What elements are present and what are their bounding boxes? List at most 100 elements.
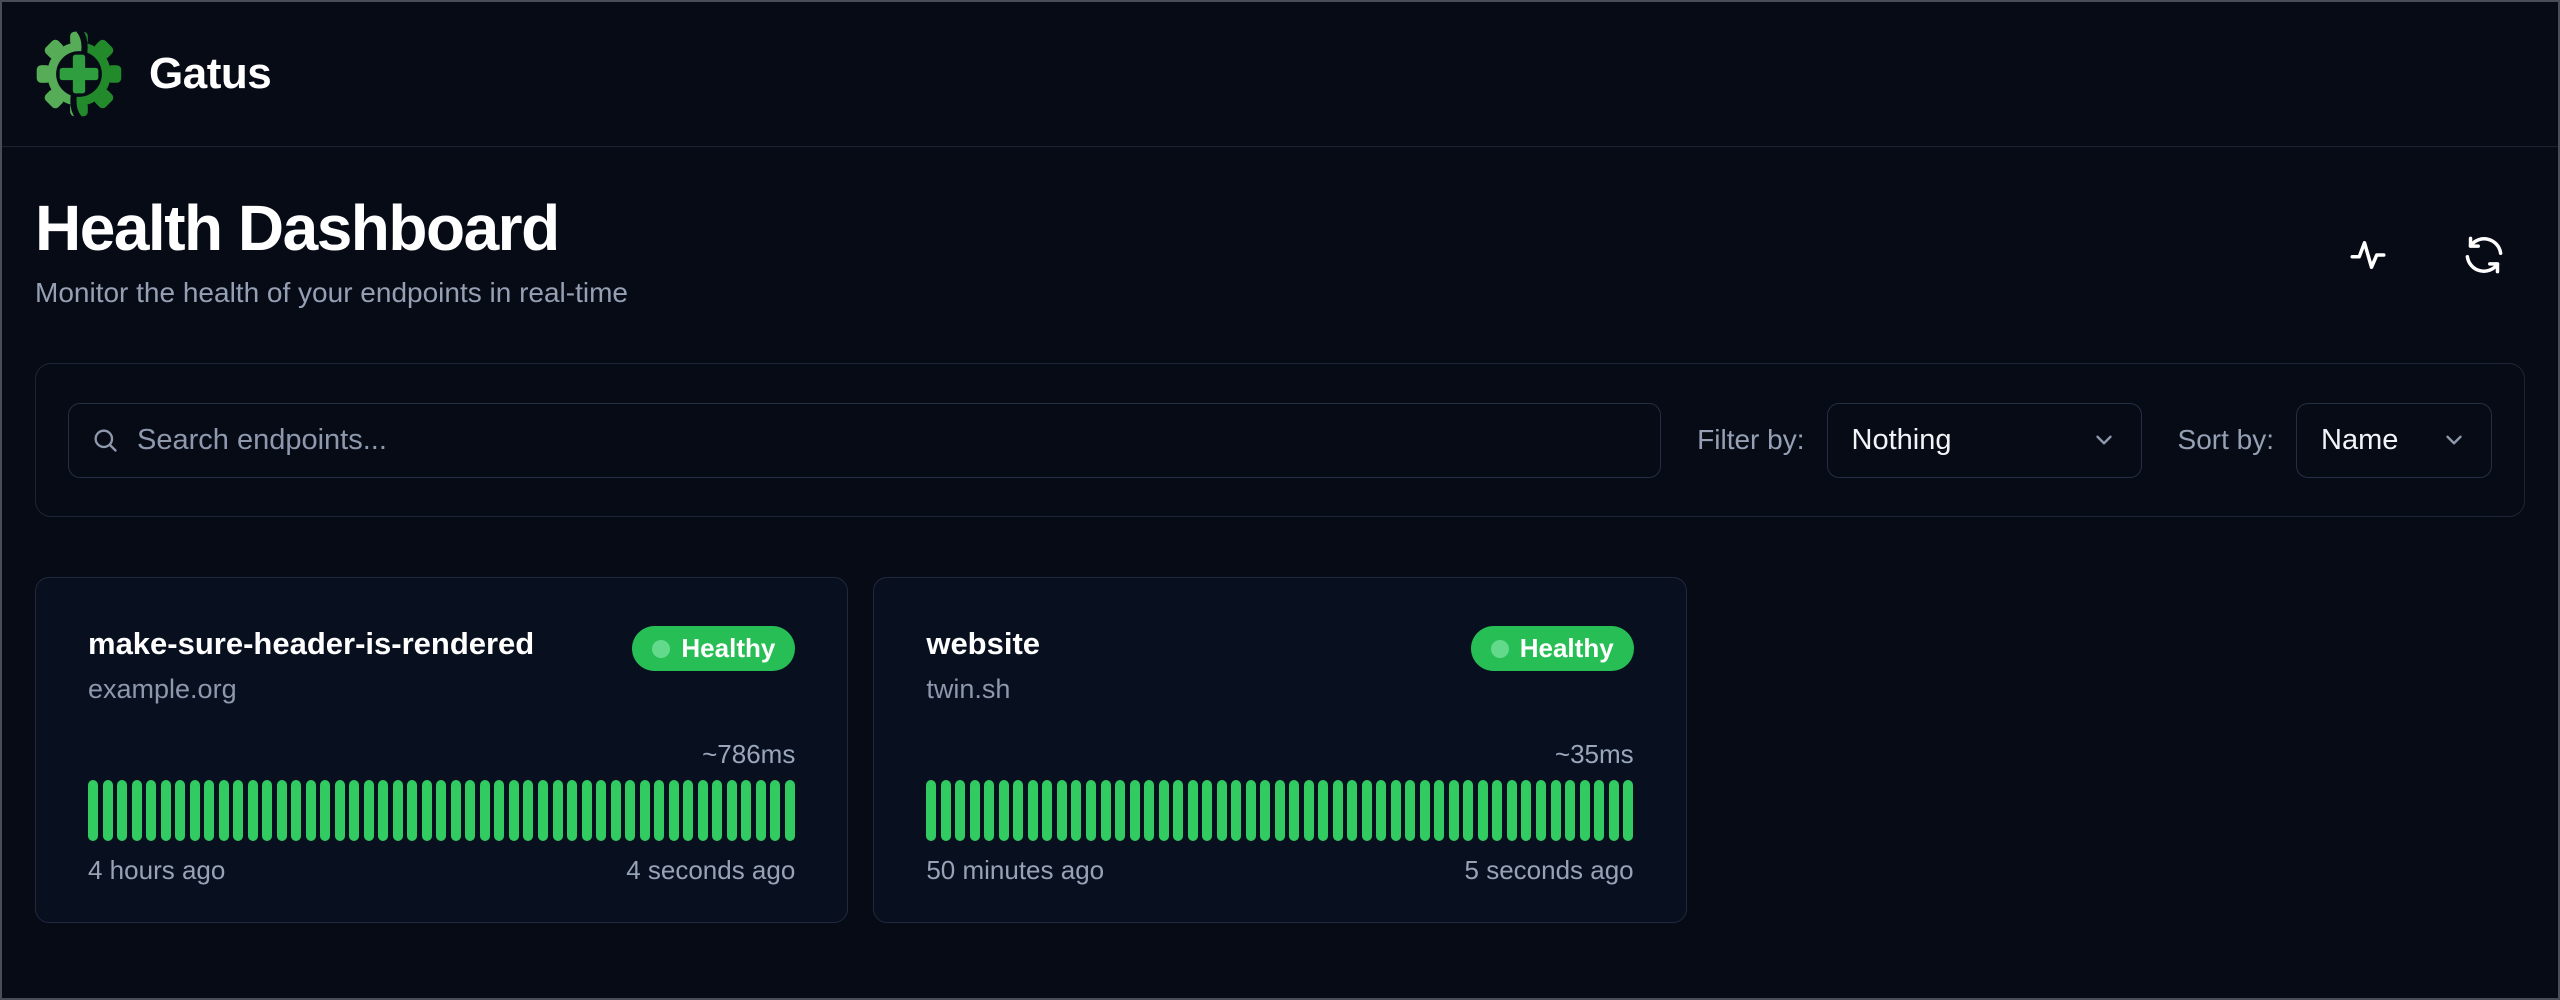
health-check-bar[interactable] xyxy=(233,780,243,841)
health-check-bar[interactable] xyxy=(161,780,171,841)
health-check-bar[interactable] xyxy=(654,780,664,841)
health-check-bar[interactable] xyxy=(698,780,708,841)
health-check-bar[interactable] xyxy=(175,780,185,841)
health-check-bar[interactable] xyxy=(291,780,301,841)
health-check-bar[interactable] xyxy=(262,780,272,841)
health-check-bar[interactable] xyxy=(1609,780,1619,841)
health-check-bar[interactable] xyxy=(393,780,403,841)
health-check-bar[interactable] xyxy=(204,780,214,841)
health-check-bar[interactable] xyxy=(955,780,965,841)
health-check-bar[interactable] xyxy=(117,780,127,841)
health-check-bar[interactable] xyxy=(1289,780,1299,841)
health-check-bar[interactable] xyxy=(378,780,388,841)
health-check-bar[interactable] xyxy=(1130,780,1140,841)
health-check-bar[interactable] xyxy=(785,780,795,841)
endpoint-card[interactable]: website twin.sh Healthy ~35ms 50 minutes… xyxy=(873,577,1686,923)
health-check-bar[interactable] xyxy=(1275,780,1285,841)
health-check-bar[interactable] xyxy=(640,780,650,841)
health-check-bar[interactable] xyxy=(756,780,766,841)
health-check-bar[interactable] xyxy=(1086,780,1096,841)
health-check-bar[interactable] xyxy=(103,780,113,841)
health-check-bar[interactable] xyxy=(494,780,504,841)
health-check-bar[interactable] xyxy=(1028,780,1038,841)
health-check-bar[interactable] xyxy=(1071,780,1081,841)
health-check-bar[interactable] xyxy=(1173,780,1183,841)
health-check-bar[interactable] xyxy=(88,780,98,841)
health-check-bar[interactable] xyxy=(625,780,635,841)
health-check-bar[interactable] xyxy=(712,780,722,841)
health-check-bar[interactable] xyxy=(1057,780,1067,841)
health-check-bar[interactable] xyxy=(1551,780,1561,841)
uptime-bars[interactable] xyxy=(88,780,795,841)
health-check-bar[interactable] xyxy=(1362,780,1372,841)
health-check-bar[interactable] xyxy=(146,780,156,841)
sort-dropdown[interactable]: Name xyxy=(2296,403,2492,478)
health-check-bar[interactable] xyxy=(1231,780,1241,841)
health-check-bar[interactable] xyxy=(1463,780,1473,841)
endpoint-card[interactable]: make-sure-header-is-rendered example.org… xyxy=(35,577,848,923)
health-check-bar[interactable] xyxy=(465,780,475,841)
health-check-bar[interactable] xyxy=(1507,780,1517,841)
health-check-bar[interactable] xyxy=(1013,780,1023,841)
health-check-bar[interactable] xyxy=(407,780,417,841)
health-check-bar[interactable] xyxy=(1318,780,1328,841)
health-check-bar[interactable] xyxy=(1202,780,1212,841)
health-check-bar[interactable] xyxy=(451,780,461,841)
health-check-bar[interactable] xyxy=(611,780,621,841)
refresh-icon[interactable] xyxy=(2463,234,2505,276)
health-check-bar[interactable] xyxy=(970,780,980,841)
filter-dropdown[interactable]: Nothing xyxy=(1827,403,2142,478)
health-check-bar[interactable] xyxy=(999,780,1009,841)
health-check-bar[interactable] xyxy=(248,780,258,841)
health-check-bar[interactable] xyxy=(596,780,606,841)
health-check-bar[interactable] xyxy=(1521,780,1531,841)
health-check-bar[interactable] xyxy=(1405,780,1415,841)
health-check-bar[interactable] xyxy=(1478,780,1488,841)
health-check-bar[interactable] xyxy=(1144,780,1154,841)
health-check-bar[interactable] xyxy=(538,780,548,841)
health-check-bar[interactable] xyxy=(926,780,936,841)
health-check-bar[interactable] xyxy=(1260,780,1270,841)
health-check-bar[interactable] xyxy=(1188,780,1198,841)
activity-icon[interactable] xyxy=(2347,234,2389,276)
health-check-bar[interactable] xyxy=(436,780,446,841)
health-check-bar[interactable] xyxy=(1565,780,1575,841)
health-check-bar[interactable] xyxy=(335,780,345,841)
health-check-bar[interactable] xyxy=(770,780,780,841)
health-check-bar[interactable] xyxy=(1304,780,1314,841)
health-check-bar[interactable] xyxy=(1115,780,1125,841)
health-check-bar[interactable] xyxy=(219,780,229,841)
health-check-bar[interactable] xyxy=(422,780,432,841)
health-check-bar[interactable] xyxy=(1042,780,1052,841)
health-check-bar[interactable] xyxy=(1420,780,1430,841)
search-input[interactable] xyxy=(137,424,1638,457)
health-check-bar[interactable] xyxy=(1594,780,1604,841)
health-check-bar[interactable] xyxy=(984,780,994,841)
health-check-bar[interactable] xyxy=(727,780,737,841)
health-check-bar[interactable] xyxy=(567,780,577,841)
health-check-bar[interactable] xyxy=(1536,780,1546,841)
search-box[interactable] xyxy=(68,403,1661,478)
uptime-bars[interactable] xyxy=(926,780,1633,841)
health-check-bar[interactable] xyxy=(277,780,287,841)
health-check-bar[interactable] xyxy=(1391,780,1401,841)
health-check-bar[interactable] xyxy=(1580,780,1590,841)
health-check-bar[interactable] xyxy=(1246,780,1256,841)
health-check-bar[interactable] xyxy=(132,780,142,841)
health-check-bar[interactable] xyxy=(320,780,330,841)
health-check-bar[interactable] xyxy=(509,780,519,841)
health-check-bar[interactable] xyxy=(364,780,374,841)
health-check-bar[interactable] xyxy=(553,780,563,841)
health-check-bar[interactable] xyxy=(1376,780,1386,841)
health-check-bar[interactable] xyxy=(941,780,951,841)
health-check-bar[interactable] xyxy=(349,780,359,841)
health-check-bar[interactable] xyxy=(1333,780,1343,841)
health-check-bar[interactable] xyxy=(306,780,316,841)
health-check-bar[interactable] xyxy=(480,780,490,841)
health-check-bar[interactable] xyxy=(1434,780,1444,841)
health-check-bar[interactable] xyxy=(669,780,679,841)
health-check-bar[interactable] xyxy=(1217,780,1227,841)
health-check-bar[interactable] xyxy=(1623,780,1633,841)
health-check-bar[interactable] xyxy=(1347,780,1357,841)
health-check-bar[interactable] xyxy=(523,780,533,841)
